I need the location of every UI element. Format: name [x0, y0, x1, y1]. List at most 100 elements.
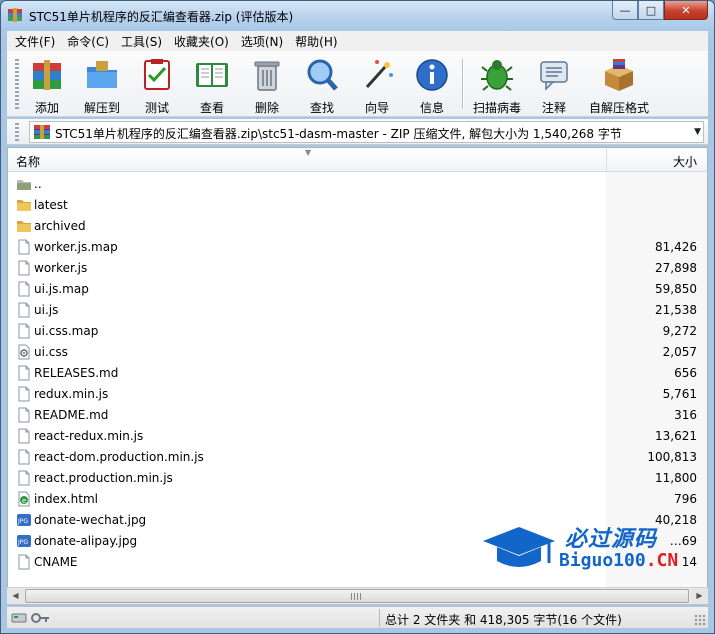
info-label: 信息: [419, 101, 444, 115]
wizard-wand-icon: [365, 60, 393, 89]
file-file-icon: [16, 428, 32, 444]
test-button[interactable]: 测试: [129, 55, 185, 115]
file-file-icon: [16, 281, 32, 297]
file-name: donate-wechat.jpg: [34, 513, 147, 527]
menu-file[interactable]: 文件(F): [9, 33, 61, 50]
sfx-label: 自解压格式: [588, 101, 649, 115]
file-size: 2,057: [662, 345, 697, 359]
file-row[interactable]: redux.min.js 5,761: [8, 384, 707, 405]
horizontal-scrollbar[interactable]: ◀ ▶: [7, 587, 708, 604]
file-name: react-redux.min.js: [34, 429, 144, 443]
sfx-box-icon: [605, 59, 633, 91]
address-grip[interactable]: [15, 123, 19, 141]
window-title: STC51单片机程序的反汇编查看器.zip (评估版本): [29, 10, 294, 24]
file-rows: .. latest archived worker.js.map 81,426 worke…: [8, 174, 707, 573]
add-button[interactable]: 添加: [19, 55, 75, 115]
resize-grip[interactable]: [694, 614, 706, 626]
title-bar[interactable]: STC51单片机程序的反汇编查看器.zip (评估版本) — □ ✕: [1, 1, 714, 31]
maximize-button[interactable]: □: [638, 1, 664, 20]
delete-label: 删除: [254, 101, 279, 115]
file-name: worker.js.map: [34, 240, 118, 254]
status-bar: 总计 2 文件夹 和 418,305 字节(16 个文件): [7, 606, 708, 628]
file-name: ui.css.map: [34, 324, 99, 338]
svg-text:e: e: [22, 497, 26, 505]
file-size: 21,538: [655, 303, 697, 317]
view-label: 查看: [199, 101, 224, 115]
delete-button[interactable]: 删除: [239, 55, 295, 115]
extract-to-label: 解压到: [83, 101, 120, 115]
folder-icon: [16, 197, 32, 213]
file-row[interactable]: ui.js.map 59,850: [8, 279, 707, 300]
file-name: README.md: [34, 408, 109, 422]
extract-to-button[interactable]: 解压到: [74, 55, 130, 115]
column-divider[interactable]: [606, 148, 607, 172]
comment-button[interactable]: 注释: [526, 55, 582, 115]
menu-tools[interactable]: 工具(S): [115, 33, 168, 50]
jpg-file-icon: JPG: [16, 512, 32, 528]
file-row[interactable]: latest: [8, 195, 707, 216]
file-row[interactable]: react-dom.production.min.js 100,813: [8, 447, 707, 468]
find-button[interactable]: 查找: [294, 55, 350, 115]
virus-scan-button[interactable]: 扫描病毒: [469, 55, 525, 115]
file-row[interactable]: react.production.min.js 11,800: [8, 468, 707, 489]
sfx-button[interactable]: 自解压格式: [587, 55, 651, 115]
file-size: 81,426: [655, 240, 697, 254]
menu-commands[interactable]: 命令(C): [61, 33, 115, 50]
info-button[interactable]: 信息: [404, 55, 460, 115]
file-row[interactable]: ui.css 2,057: [8, 342, 707, 363]
winrar-window: STC51单片机程序的反汇编查看器.zip (评估版本) — □ ✕ 文件(F)…: [0, 0, 715, 634]
menu-options[interactable]: 选项(N): [235, 33, 289, 50]
file-row[interactable]: worker.js.map 81,426: [8, 237, 707, 258]
address-path: STC51单片机程序的反汇编查看器.zip\stc51-dasm-master …: [55, 127, 622, 141]
file-row[interactable]: e index.html 796: [8, 489, 707, 510]
menu-help[interactable]: 帮助(H): [289, 33, 343, 50]
file-row[interactable]: ..: [8, 174, 707, 195]
magnifier-icon: [307, 59, 338, 91]
find-label: 查找: [309, 101, 334, 115]
html-file-icon: e: [16, 491, 32, 507]
chevron-down-icon[interactable]: ▼: [694, 127, 701, 137]
file-row[interactable]: react-redux.min.js 13,621: [8, 426, 707, 447]
file-name: CNAME: [34, 555, 78, 569]
view-button[interactable]: 查看: [184, 55, 240, 115]
file-size: 59,850: [655, 282, 697, 296]
scroll-left-arrow-icon[interactable]: ◀: [7, 588, 24, 604]
minimize-button[interactable]: —: [612, 1, 638, 20]
column-header-name[interactable]: 名称: [16, 153, 40, 170]
file-row[interactable]: README.md 316: [8, 405, 707, 426]
scroll-right-arrow-icon[interactable]: ▶: [691, 588, 708, 604]
file-row[interactable]: ui.js 21,538: [8, 300, 707, 321]
file-row[interactable]: worker.js 27,898: [8, 258, 707, 279]
file-size: 656: [674, 366, 697, 380]
sort-arrow-icon: ▼: [305, 148, 312, 157]
status-separator: [379, 609, 380, 627]
file-row[interactable]: ui.css.map 9,272: [8, 321, 707, 342]
file-file-icon: [16, 449, 32, 465]
menu-bar: 文件(F) 命令(C) 工具(S) 收藏夹(O) 选项(N) 帮助(H): [7, 31, 708, 51]
close-button[interactable]: ✕: [664, 1, 708, 20]
virus-scan-label: 扫描病毒: [472, 101, 521, 115]
virus-scan-icon: [481, 60, 513, 91]
file-file-icon: [16, 407, 32, 423]
address-field[interactable]: STC51单片机程序的反汇编查看器.zip\stc51-dasm-master …: [29, 121, 704, 143]
address-bar: STC51单片机程序的反汇编查看器.zip\stc51-dasm-master …: [7, 119, 708, 145]
file-name: ui.js: [34, 303, 59, 317]
file-row[interactable]: RELEASES.md 656: [8, 363, 707, 384]
file-file-icon: [16, 554, 32, 570]
list-header: 名称 ▼ 大小: [8, 148, 707, 172]
parent-folder-icon: [16, 176, 32, 192]
trash-icon: [254, 61, 280, 91]
wizard-label: 向导: [364, 101, 389, 115]
file-file-icon: [16, 386, 32, 402]
column-header-size[interactable]: 大小: [673, 153, 697, 170]
graduation-cap-icon: [483, 527, 555, 567]
file-size: 100,813: [647, 450, 697, 464]
watermark-chinese: 必过源码: [565, 527, 658, 552]
scroll-thumb[interactable]: [25, 589, 689, 603]
menu-favorites[interactable]: 收藏夹(O): [168, 33, 235, 50]
wizard-button[interactable]: 向导: [349, 55, 405, 115]
file-size: 9,272: [662, 324, 697, 338]
file-row[interactable]: archived: [8, 216, 707, 237]
caption-buttons: — □ ✕: [612, 1, 708, 21]
watermark-main: Biguo100: [559, 550, 646, 571]
